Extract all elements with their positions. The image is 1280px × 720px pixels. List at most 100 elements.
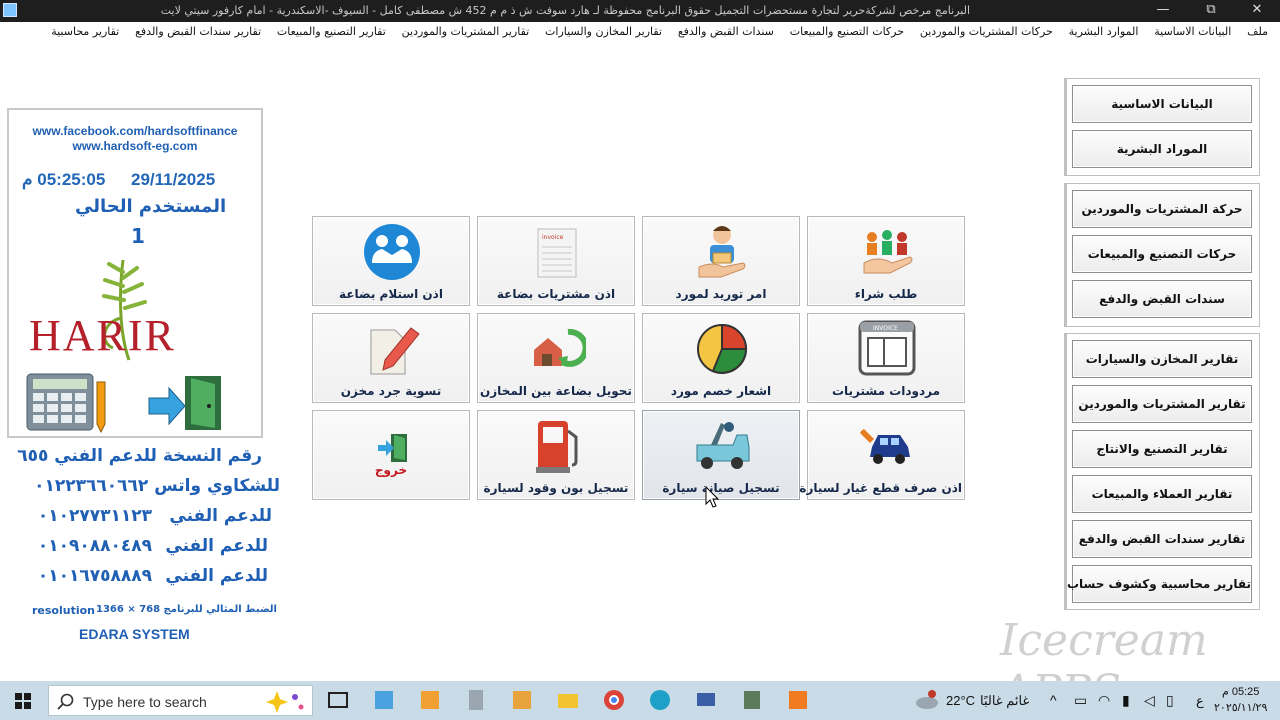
menu-stores-reports[interactable]: تقارير المخازن والسيارات [545,22,662,41]
taskbar-search[interactable]: Type here to search [48,685,313,716]
menu-manufacturing[interactable]: حركات التصنيع والمبيعات [790,22,904,41]
menu-accounting-reports[interactable]: تقارير محاسبية [51,22,119,41]
tray-battery-icon[interactable]: ▯ [1166,681,1174,720]
settings-app-icon[interactable] [508,687,536,713]
sidebar-btn-basic-data[interactable]: البيانات الاساسية [1072,85,1252,123]
tray-volume-icon[interactable]: ◁ [1144,681,1155,720]
tile-car-maintenance[interactable]: تسجيل صيانة سيارة [642,410,800,500]
sidebar-btn-purchases[interactable]: حركة المشتريات والموردين [1072,190,1252,228]
menu-file[interactable]: ملف [1247,22,1268,41]
menu-purchases-reports[interactable]: تقارير المشتريات والموردين [402,22,530,41]
tile-car-maintenance-label: تسجيل صيانة سيارة [662,481,780,495]
recorder-app-icon[interactable] [784,687,812,713]
tile-purchase-invoice[interactable]: invoice اذن مشتريات بضاعة [477,216,635,306]
notes-app-icon[interactable] [370,687,398,713]
website-link[interactable]: www.hardsoft-eg.com [9,139,261,153]
tray-chevron-icon[interactable]: ^ [1050,681,1057,720]
menu-purchases[interactable]: حركات المشتريات والموردين [920,22,1053,41]
edara-app-icon[interactable] [738,687,766,713]
app-icon [3,3,17,17]
sidebar-btn-manufacturing[interactable]: حركات التصنيع والمبيعات [1072,235,1252,273]
return-invoice-icon: INVOICE [858,320,916,376]
tile-purchase-returns-label: مردودات مشتريات [831,384,941,398]
window-title: البرنامج مرخص لشركةحرير لتجارة مستحضرات … [160,4,970,17]
tile-goods-receipt[interactable]: اذن استلام بضاعة [312,216,470,306]
tile-purchase-request[interactable]: طلب شراء [807,216,965,306]
tile-spare-parts-issue[interactable]: اذن صرف قطع غيار لسيارة [799,410,965,500]
sidebar-btn-stores-reports[interactable]: تقارير المخازن والسيارات [1072,340,1252,378]
chrome-icon[interactable] [600,687,628,713]
tile-stock-adjustment[interactable]: تسوية جرد مخزن [312,313,470,403]
tile-purchase-returns[interactable]: INVOICE مردودات مشتريات [807,313,965,403]
tile-fuel-voucher-label: تسجيل بون وقود لسيارة [483,481,629,495]
window-titlebar: البرنامج مرخص لشركةحرير لتجارة مستحضرات … [0,0,1280,22]
support-2-label: للدعم الفني [165,536,268,556]
tile-exit[interactable]: خروج [312,410,470,500]
current-user-value: 1 [131,224,145,248]
close-button[interactable]: ✕ [1234,0,1280,22]
supplier-person-icon [698,226,746,278]
tile-exit-label: خروج [374,463,408,477]
svg-text:INVOICE: INVOICE [873,325,898,332]
search-icon [57,693,74,710]
support-3-number: ٠١٠١٦٧٥٨٨٨٩ [37,566,152,586]
resolution-word: resolution [32,604,96,617]
tile-goods-receipt-label: اذن استلام بضاعة [339,287,443,301]
exit-icon [378,434,407,462]
remote-app-icon[interactable] [692,687,720,713]
tile-purchase-request-label: طلب شراء [854,287,918,301]
tray-network-icon[interactable]: ▭ [1074,681,1087,720]
clock-date[interactable]: ٢٠٢٥/١١/٢٩ [1214,689,1267,720]
input-language[interactable]: ع [1196,681,1204,720]
windows-start-icon[interactable] [0,681,46,720]
current-user-label: المستخدم الحالي [75,196,227,217]
tile-purchase-invoice-label: اذن مشتريات بضاعة [496,287,616,301]
minimize-button[interactable]: — [1140,0,1186,22]
maximize-button[interactable]: ⧉ [1188,0,1234,22]
edge-icon[interactable] [646,687,674,713]
support-3-label: للدعم الفني [165,566,268,586]
menu-receipts-reports[interactable]: تقارير سندات القبض والدفع [135,22,261,41]
calculator-app-icon[interactable] [462,687,490,713]
tools-app-icon[interactable] [416,687,444,713]
facebook-link[interactable]: www.facebook.com/hardsoftfinance [9,124,261,138]
temperature: 22°C [946,693,976,708]
support-1-number: ٠١٠٢٧٧٣١١٢٣ [37,506,152,526]
tile-supplier-discount[interactable]: اشعار خصم مورد [642,313,800,403]
tile-supply-order[interactable]: امر توريد لمورد [642,216,800,306]
sidebar-btn-hr[interactable]: الموراد البشرية [1072,130,1252,168]
tray-wifi-icon[interactable]: ◠ [1098,681,1110,720]
sidebar-btn-purchases-reports[interactable]: تقارير المشتريات والموردين [1072,385,1252,423]
current-time: 05:25:05 م [22,170,106,189]
sidebar-btn-receipts-reports[interactable]: تقارير سندات القبض والدفع [1072,520,1252,558]
search-placeholder: Type here to search [83,694,207,710]
sidebar-btn-receipts[interactable]: سندات القبض والدفع [1072,280,1252,318]
edit-document-icon [370,327,420,375]
exit-door-icon[interactable] [145,372,229,434]
sparkle-icon [266,691,304,713]
support-2-number: ٠١٠٩٠٨٨٠٤٨٩ [37,536,152,556]
tile-warehouse-transfer[interactable]: تحويل بضاعة بين المخازن [477,313,635,403]
weather-cloud-icon [916,690,938,709]
info-panel: www.facebook.com/hardsoftfinance www.har… [7,108,263,438]
menu-receipts[interactable]: سندات القبض والدفع [678,22,774,41]
tile-spare-parts-issue-label: اذن صرف قطع غيار لسيارة [799,481,962,495]
task-view-icon[interactable] [324,687,352,713]
purchase-request-icon [863,230,913,274]
sidebar-btn-accounting-reports[interactable]: تقارير محاسبية وكشوف حساب [1067,565,1252,603]
weather-desc: غائم غالبًا [980,693,1030,708]
menu-basic-data[interactable]: البيانات الاساسية [1154,22,1231,41]
sidebar-btn-sales-reports[interactable]: تقارير العملاء والمبيعات [1072,475,1252,513]
menu-manufacturing-reports[interactable]: تقارير التصنيع والمبيعات [277,22,386,41]
tray-mic-icon[interactable]: ▮ [1122,681,1130,720]
tile-supplier-discount-label: اشعار خصم مورد [670,384,772,398]
resolution-note: الضبط المثالي للبرنامج 768 × 1366 [96,604,277,615]
version-line: رقم النسخة للدعم الفني ٦٥٥ [17,446,262,466]
tile-stock-adjustment-label: تسوية جرد مخزن [340,384,442,398]
file-explorer-icon[interactable] [554,687,582,713]
tile-fuel-voucher[interactable]: تسجيل بون وقود لسيارة [477,410,635,500]
menu-hr[interactable]: الموارد البشرية [1069,22,1139,41]
handshake-icon [364,224,420,280]
calculator-icon[interactable] [23,372,107,434]
sidebar-btn-production-reports[interactable]: تقارير التصنيع والانتاج [1072,430,1252,468]
